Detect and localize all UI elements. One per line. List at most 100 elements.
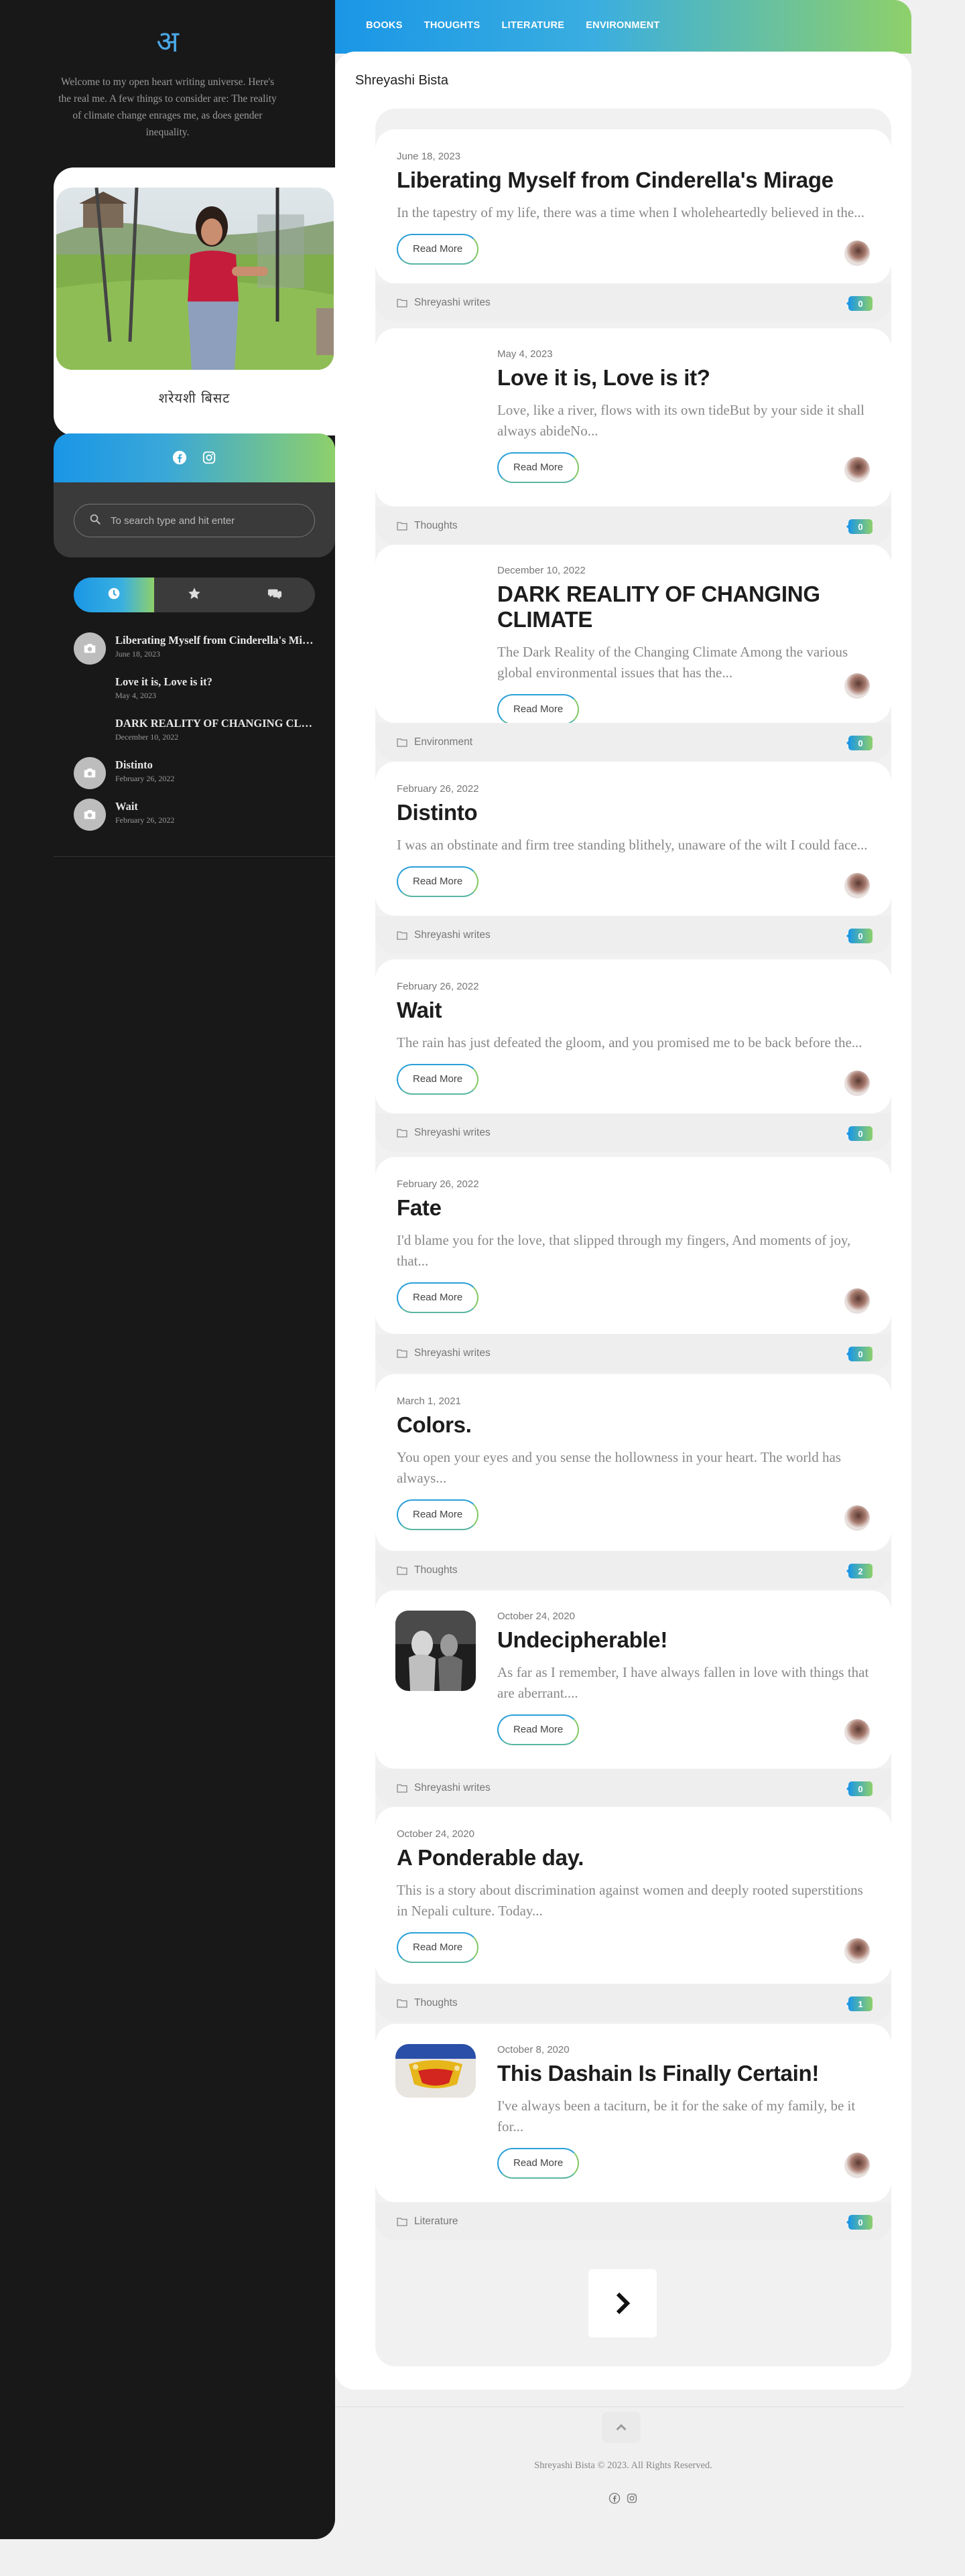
post-date: February 26, 2022 bbox=[397, 783, 479, 795]
back-to-top-button[interactable] bbox=[602, 2412, 641, 2443]
post-card: October 8, 2020 This Dashain Is Finally … bbox=[375, 2024, 891, 2240]
post-excerpt: I'd blame you for the love, that slipped… bbox=[397, 1232, 851, 1269]
author-avatar[interactable] bbox=[844, 1505, 870, 1531]
comment-count-badge[interactable]: 0 bbox=[846, 1781, 873, 1796]
instagram-icon[interactable] bbox=[626, 2492, 638, 2508]
site-logo[interactable]: अ bbox=[0, 25, 335, 59]
read-more-button[interactable]: Read More bbox=[497, 2148, 580, 2179]
post-title[interactable]: Fate bbox=[397, 1195, 870, 1221]
author-avatar[interactable] bbox=[844, 457, 870, 482]
recent-post-item[interactable]: Love it is, Love is it? May 4, 2023 bbox=[74, 671, 322, 713]
comment-count-badge[interactable]: 2 bbox=[846, 1564, 873, 1578]
recent-post-date: May 4, 2023 bbox=[115, 691, 156, 700]
author-avatar[interactable] bbox=[844, 1938, 870, 1964]
post-title[interactable]: Liberating Myself from Cinderella's Mira… bbox=[397, 167, 870, 193]
recent-post-date: February 26, 2022 bbox=[115, 774, 175, 783]
read-more-button[interactable]: Read More bbox=[397, 1932, 479, 1963]
nav-item-thoughts[interactable]: THOUGHTS bbox=[424, 20, 480, 31]
read-more-button[interactable]: Read More bbox=[497, 452, 580, 483]
post-title[interactable]: Distinto bbox=[397, 800, 870, 825]
recent-post-title[interactable]: Love it is, Love is it? bbox=[115, 671, 316, 689]
author-heading: Shreyashi Bista bbox=[355, 73, 448, 88]
post-title[interactable]: A Ponderable day. bbox=[397, 1845, 870, 1871]
post-category[interactable]: Shreyashi writes bbox=[397, 297, 491, 309]
author-avatar[interactable] bbox=[844, 1071, 870, 1096]
recent-post-item[interactable]: Liberating Myself from Cinderella's Mira… bbox=[74, 630, 322, 671]
post-body: February 26, 2022 Fate I'd blame you for… bbox=[375, 1157, 891, 1334]
read-more-button[interactable]: Read More bbox=[497, 694, 580, 725]
post-category[interactable]: Thoughts bbox=[397, 1564, 458, 1576]
post-title[interactable]: DARK REALITY OF CHANGING CLIMATE bbox=[497, 582, 870, 632]
recent-post-item[interactable]: Distinto February 26, 2022 bbox=[74, 754, 322, 796]
comment-count-badge[interactable]: 0 bbox=[846, 736, 873, 750]
post-thumbnail[interactable] bbox=[395, 2044, 476, 2098]
post-title[interactable]: Undecipherable! bbox=[497, 1627, 870, 1653]
tab-popular[interactable] bbox=[154, 578, 235, 612]
author-avatar[interactable] bbox=[844, 1719, 870, 1745]
facebook-icon[interactable] bbox=[172, 450, 187, 468]
sidebar: अ Welcome to my open heart writing unive… bbox=[0, 0, 335, 2539]
post-body: October 24, 2020 A Ponderable day. This … bbox=[375, 1807, 891, 1984]
recent-post-title[interactable]: DARK REALITY OF CHANGING CLIMATE bbox=[115, 713, 316, 730]
profile-name: शरेयशी बिसट bbox=[158, 390, 231, 406]
post-category[interactable]: Shreyashi writes bbox=[397, 1782, 491, 1794]
post-category[interactable]: Thoughts bbox=[397, 1997, 458, 2009]
post-category[interactable]: Shreyashi writes bbox=[397, 1127, 491, 1139]
author-avatar[interactable] bbox=[844, 873, 870, 898]
post-title[interactable]: Wait bbox=[397, 998, 870, 1023]
comment-count-badge[interactable]: 0 bbox=[846, 1347, 873, 1361]
read-more-button[interactable]: Read More bbox=[397, 1064, 479, 1095]
recent-post-title[interactable]: Distinto bbox=[115, 754, 316, 772]
post-category[interactable]: Shreyashi writes bbox=[397, 929, 491, 941]
post-date: March 1, 2021 bbox=[397, 1396, 461, 1407]
post-title[interactable]: Love it is, Love is it? bbox=[497, 365, 870, 391]
folder-icon bbox=[397, 299, 407, 308]
nav-item-literature[interactable]: LITERATURE bbox=[501, 20, 564, 31]
comment-count-badge[interactable]: 0 bbox=[846, 296, 873, 311]
read-more-button[interactable]: Read More bbox=[497, 1714, 580, 1745]
recent-post-title[interactable]: Liberating Myself from Cinderella's Mira… bbox=[115, 630, 316, 647]
recent-post-item[interactable]: DARK REALITY OF CHANGING CLIMATE Decembe… bbox=[74, 713, 322, 754]
post-title[interactable]: Colors. bbox=[397, 1412, 870, 1438]
post-body: December 10, 2022 DARK REALITY OF CHANGI… bbox=[375, 545, 891, 725]
instagram-icon[interactable] bbox=[202, 450, 216, 468]
post-date: October 8, 2020 bbox=[497, 2044, 570, 2055]
post-date: October 24, 2020 bbox=[397, 1828, 474, 1840]
comment-count-badge[interactable]: 1 bbox=[846, 1996, 873, 2011]
comment-count-badge[interactable]: 0 bbox=[846, 2215, 873, 2230]
read-more-button[interactable]: Read More bbox=[397, 1282, 479, 1313]
recent-post-date: June 18, 2023 bbox=[115, 649, 160, 659]
tab-comments[interactable] bbox=[235, 578, 315, 612]
recent-post-item[interactable]: Wait February 26, 2022 bbox=[74, 796, 322, 837]
author-avatar[interactable] bbox=[844, 241, 870, 266]
read-more-button[interactable]: Read More bbox=[397, 866, 479, 897]
post-category[interactable]: Literature bbox=[397, 2216, 458, 2228]
nav-item-books[interactable]: BOOKS bbox=[366, 20, 403, 31]
author-avatar[interactable] bbox=[844, 1288, 870, 1314]
folder-icon bbox=[397, 1566, 407, 1575]
post-date: February 26, 2022 bbox=[397, 1178, 479, 1190]
post-meta: Thoughts 0 bbox=[375, 506, 891, 545]
tab-recent[interactable] bbox=[74, 578, 154, 612]
post-card: February 26, 2022 Distinto I was an obst… bbox=[375, 762, 891, 954]
read-more-button[interactable]: Read More bbox=[397, 234, 479, 265]
author-avatar[interactable] bbox=[844, 673, 870, 699]
post-thumbnail[interactable] bbox=[395, 1611, 476, 1691]
comment-count-badge[interactable]: 0 bbox=[846, 929, 873, 943]
post-category[interactable]: Thoughts bbox=[397, 520, 458, 532]
post-category[interactable]: Shreyashi writes bbox=[397, 1347, 491, 1359]
search-input[interactable]: To search type and hit enter bbox=[74, 504, 315, 537]
folder-icon bbox=[397, 2218, 407, 2226]
author-avatar[interactable] bbox=[844, 2153, 870, 2178]
comment-count-badge[interactable]: 0 bbox=[846, 1126, 873, 1141]
post-excerpt: As far as I remember, I have always fall… bbox=[497, 1664, 869, 1701]
next-page-button[interactable] bbox=[588, 2269, 657, 2337]
comment-count-badge[interactable]: 0 bbox=[846, 519, 873, 534]
nav-item-environment[interactable]: ENVIRONMENT bbox=[586, 20, 659, 31]
read-more-button[interactable]: Read More bbox=[397, 1499, 479, 1530]
recent-post-title[interactable]: Wait bbox=[115, 796, 316, 813]
post-category[interactable]: Environment bbox=[397, 736, 472, 748]
facebook-icon[interactable] bbox=[608, 2492, 621, 2508]
post-title[interactable]: This Dashain Is Finally Certain! bbox=[497, 2061, 870, 2086]
copyright-text: Shreyashi Bista © 2023. All Rights Reser… bbox=[534, 2460, 712, 2471]
